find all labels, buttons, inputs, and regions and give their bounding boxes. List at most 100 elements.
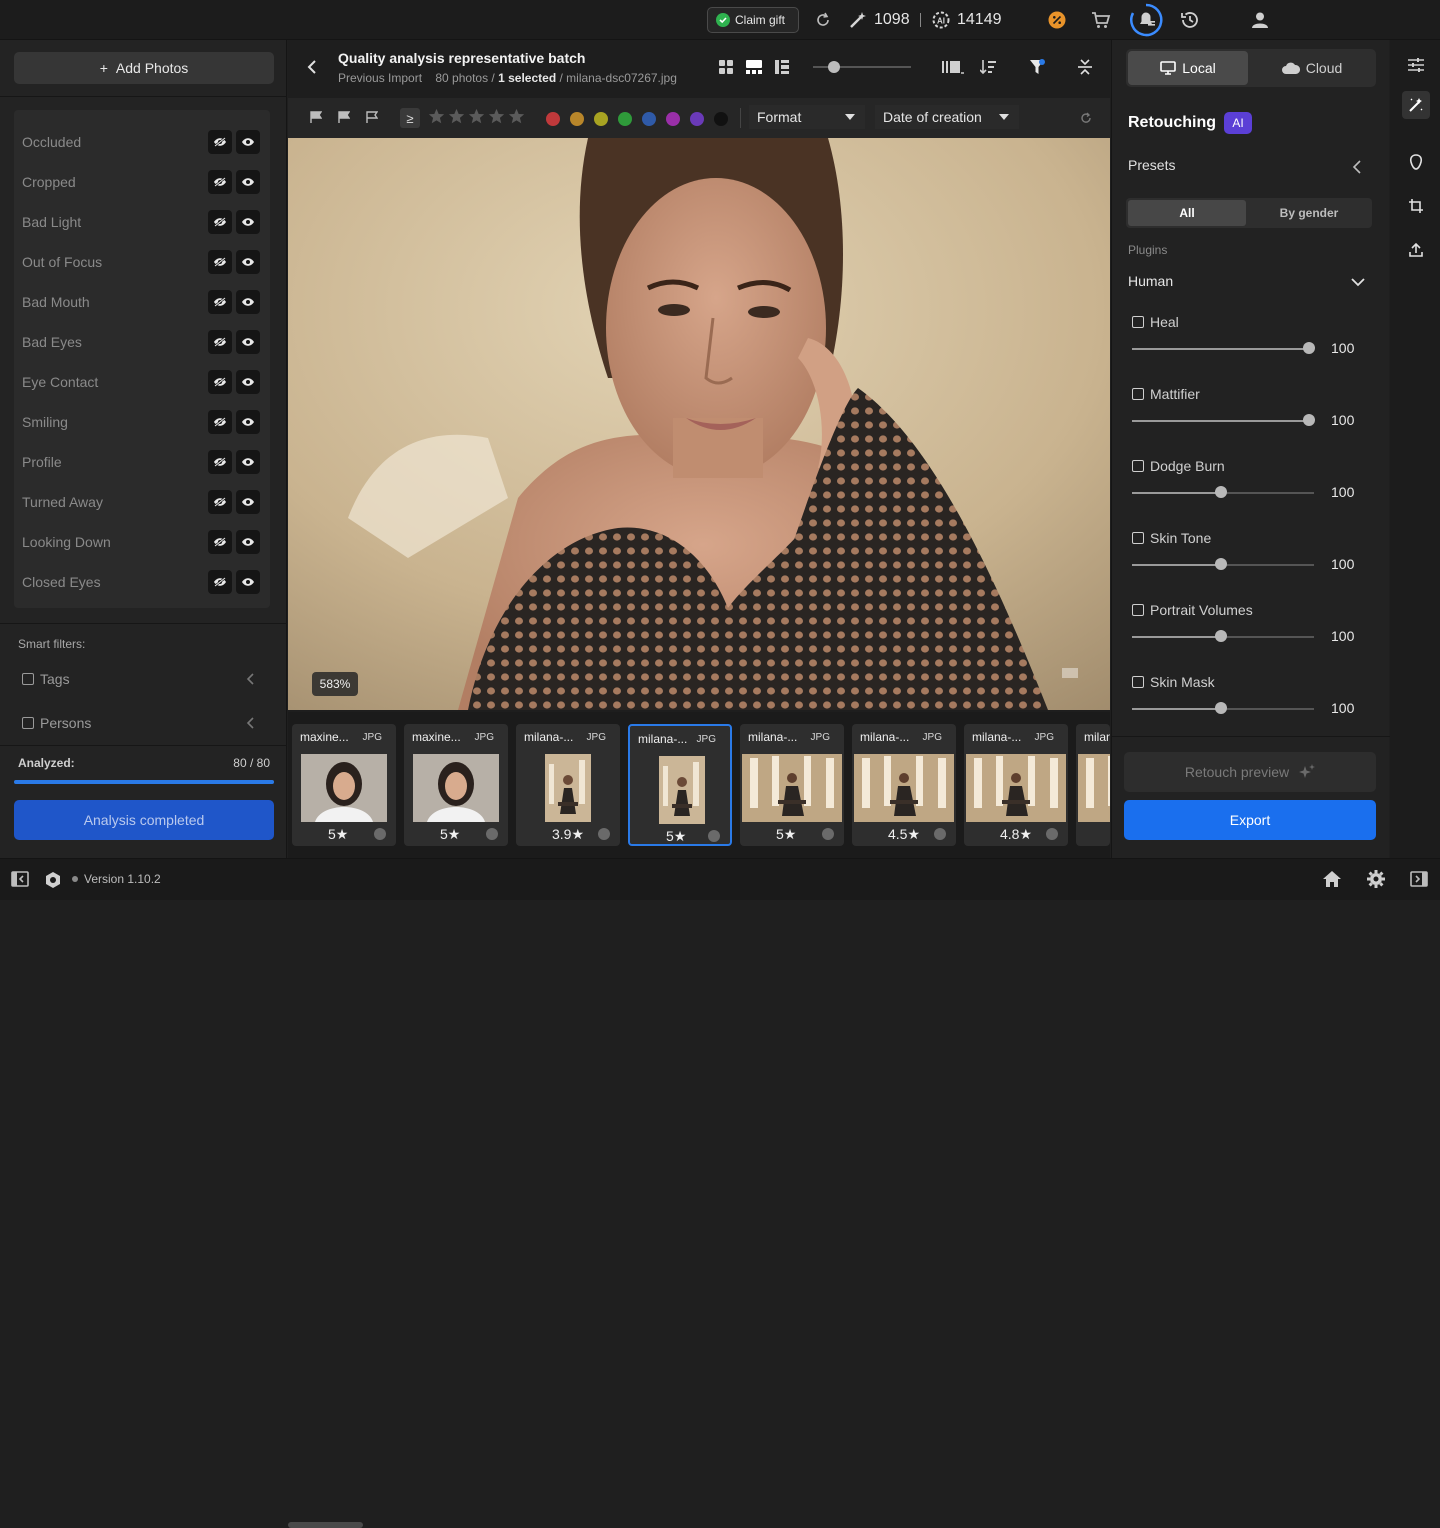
breadcrumb-previous-import[interactable]: Previous Import bbox=[338, 71, 422, 85]
hide-icon[interactable] bbox=[208, 250, 232, 274]
color-label-dot[interactable] bbox=[642, 112, 656, 126]
photo-thumbnail[interactable]: milan bbox=[1076, 724, 1110, 846]
photo-thumbnail[interactable]: milana-... JPG 4.5★ bbox=[852, 724, 956, 846]
hide-icon[interactable] bbox=[208, 130, 232, 154]
photo-thumbnail[interactable]: milana-... JPG 5★ bbox=[628, 724, 732, 846]
color-label-indicator[interactable] bbox=[598, 828, 610, 840]
color-label-indicator[interactable] bbox=[486, 828, 498, 840]
compare-icon[interactable] bbox=[942, 59, 964, 75]
star-icon[interactable] bbox=[468, 108, 485, 125]
plugin-checkbox[interactable] bbox=[1132, 460, 1144, 472]
export-button[interactable]: Export bbox=[1124, 800, 1376, 840]
hide-icon[interactable] bbox=[208, 530, 232, 554]
ai-credits-counter[interactable]: AI 14149 bbox=[931, 10, 1002, 30]
collapse-left-panel-icon[interactable] bbox=[11, 871, 29, 887]
eye-icon[interactable] bbox=[236, 170, 260, 194]
grid-view-icon[interactable] bbox=[719, 60, 733, 74]
color-label-dot[interactable] bbox=[594, 112, 608, 126]
back-arrow-icon[interactable] bbox=[306, 60, 318, 74]
plugin-checkbox[interactable] bbox=[1132, 316, 1144, 328]
color-label-dot[interactable] bbox=[714, 112, 728, 126]
photo-thumbnail[interactable]: milana-... JPG 5★ bbox=[740, 724, 844, 846]
color-label-indicator[interactable] bbox=[374, 828, 386, 840]
cloud-tab[interactable]: Cloud bbox=[1252, 51, 1372, 85]
color-label-indicator[interactable] bbox=[708, 830, 720, 842]
color-label-dot[interactable] bbox=[546, 112, 560, 126]
retouch-preview-button[interactable]: Retouch preview bbox=[1124, 752, 1376, 792]
main-photo[interactable] bbox=[288, 138, 1110, 710]
mask-icon[interactable] bbox=[1402, 148, 1430, 176]
hide-icon[interactable] bbox=[208, 330, 232, 354]
slider-knob[interactable] bbox=[1303, 342, 1315, 354]
plugin-strength-slider[interactable] bbox=[1132, 348, 1314, 350]
eye-icon[interactable] bbox=[236, 370, 260, 394]
analysis-completed-button[interactable]: Analysis completed bbox=[14, 800, 274, 840]
color-label-indicator[interactable] bbox=[934, 828, 946, 840]
slider-knob[interactable] bbox=[1215, 630, 1227, 642]
photo-thumbnail[interactable]: maxine... JPG 5★ bbox=[404, 724, 508, 846]
eye-icon[interactable] bbox=[236, 410, 260, 434]
home-icon[interactable] bbox=[1322, 870, 1342, 888]
slider-knob[interactable] bbox=[1215, 558, 1227, 570]
discount-badge-icon[interactable] bbox=[1047, 10, 1067, 30]
plugin-toggle[interactable]: Mattifier bbox=[1132, 386, 1200, 402]
crop-icon[interactable] bbox=[1402, 192, 1430, 220]
cart-icon[interactable] bbox=[1091, 10, 1111, 30]
credits-counter[interactable]: 1098 bbox=[848, 10, 910, 30]
by-gender-tab[interactable]: By gender bbox=[1250, 200, 1368, 226]
color-label-indicator[interactable] bbox=[1046, 828, 1058, 840]
zoom-level-badge[interactable]: 583% bbox=[312, 672, 358, 696]
hide-icon[interactable] bbox=[208, 410, 232, 434]
hide-icon[interactable] bbox=[208, 210, 232, 234]
plugin-toggle[interactable]: Heal bbox=[1132, 314, 1179, 330]
retouch-brush-icon[interactable] bbox=[1402, 91, 1430, 119]
flag-rejected-icon[interactable] bbox=[310, 111, 322, 123]
color-label-dot[interactable] bbox=[666, 112, 680, 126]
slider-knob[interactable] bbox=[1215, 702, 1227, 714]
presets-label[interactable]: Presets bbox=[1128, 157, 1175, 173]
eye-icon[interactable] bbox=[236, 130, 260, 154]
loupe-view-icon[interactable] bbox=[746, 60, 762, 74]
color-label-dot[interactable] bbox=[618, 112, 632, 126]
breadcrumb-photos[interactable]: 80 photos / bbox=[435, 71, 494, 85]
rating-stars[interactable] bbox=[428, 108, 525, 125]
all-presets-tab[interactable]: All bbox=[1128, 200, 1246, 226]
hide-icon[interactable] bbox=[208, 450, 232, 474]
sort-icon[interactable] bbox=[980, 59, 1000, 75]
color-label-indicator[interactable] bbox=[822, 828, 834, 840]
color-label-dot[interactable] bbox=[690, 112, 704, 126]
thumbnail-size-knob[interactable] bbox=[828, 61, 840, 73]
settings-gear-icon[interactable] bbox=[1366, 869, 1386, 889]
plugin-toggle[interactable]: Portrait Volumes bbox=[1132, 602, 1253, 618]
plugin-checkbox[interactable] bbox=[1132, 388, 1144, 400]
persons-checkbox[interactable] bbox=[22, 717, 34, 729]
human-category[interactable]: Human bbox=[1128, 273, 1173, 289]
color-label-dot[interactable] bbox=[570, 112, 584, 126]
upload-icon[interactable] bbox=[1402, 236, 1430, 264]
plugin-toggle[interactable]: Dodge Burn bbox=[1132, 458, 1225, 474]
hide-icon[interactable] bbox=[208, 370, 232, 394]
plugin-checkbox[interactable] bbox=[1132, 604, 1144, 616]
eye-icon[interactable] bbox=[236, 330, 260, 354]
star-icon[interactable] bbox=[428, 108, 445, 125]
photo-thumbnail[interactable]: milana-... JPG 3.9★ bbox=[516, 724, 620, 846]
history-icon[interactable] bbox=[1180, 10, 1200, 30]
plugin-toggle[interactable]: Skin Mask bbox=[1132, 674, 1215, 690]
hide-icon[interactable] bbox=[208, 490, 232, 514]
filter-icon[interactable] bbox=[1029, 59, 1045, 75]
collapse-icon[interactable] bbox=[1078, 59, 1092, 75]
chevron-left-icon[interactable] bbox=[1352, 160, 1362, 174]
collapse-right-panel-icon[interactable] bbox=[1410, 871, 1428, 887]
slider-knob[interactable] bbox=[1215, 486, 1227, 498]
list-view-icon[interactable] bbox=[775, 60, 789, 74]
reset-filters-icon[interactable] bbox=[1080, 112, 1092, 124]
tags-checkbox[interactable] bbox=[22, 673, 34, 685]
tags-filter[interactable]: Tags bbox=[22, 667, 262, 691]
date-dropdown[interactable]: Date of creation bbox=[875, 105, 1019, 129]
chevron-left-icon[interactable] bbox=[246, 673, 256, 685]
chevron-left-icon[interactable] bbox=[246, 717, 256, 729]
eye-icon[interactable] bbox=[236, 570, 260, 594]
local-tab[interactable]: Local bbox=[1128, 51, 1248, 85]
hide-icon[interactable] bbox=[208, 570, 232, 594]
slider-knob[interactable] bbox=[1303, 414, 1315, 426]
